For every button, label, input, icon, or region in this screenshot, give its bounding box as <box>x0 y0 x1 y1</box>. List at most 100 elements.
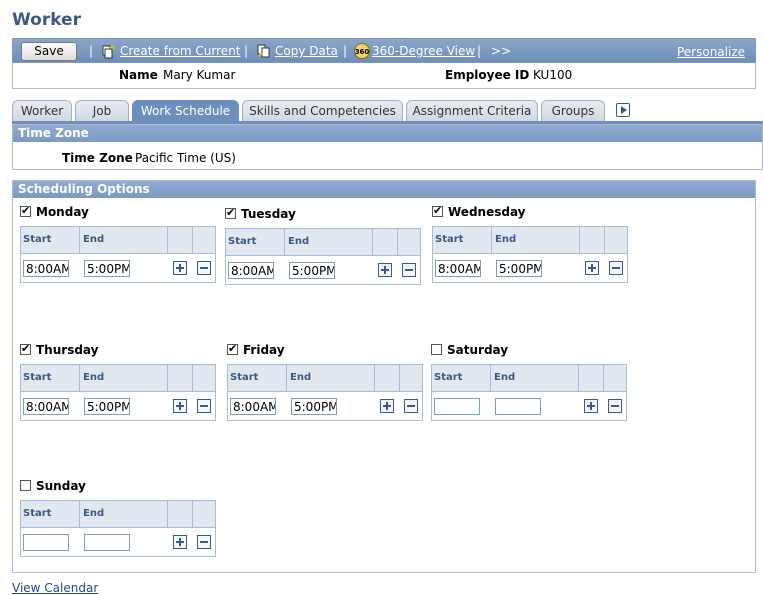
tuesday-schedule-grid: Start End <box>225 228 421 285</box>
delete-row-icon[interactable] <box>402 263 416 277</box>
delete-row-icon[interactable] <box>404 399 418 413</box>
column-divider <box>167 227 168 254</box>
column-divider <box>603 365 604 392</box>
grid-header: Start End <box>21 501 215 528</box>
column-divider <box>490 365 491 392</box>
friday-label: Friday <box>243 343 285 357</box>
end-header: End <box>83 508 105 519</box>
create-from-current-icon <box>102 45 115 59</box>
thursday-schedule-grid: Start End <box>20 364 216 421</box>
wednesday-end-input[interactable] <box>496 260 542 277</box>
saturday-schedule-grid: Start End <box>431 364 627 421</box>
view-calendar-link[interactable]: View Calendar <box>12 581 98 595</box>
column-divider <box>192 365 193 392</box>
start-header: Start <box>23 508 52 519</box>
add-row-icon[interactable] <box>173 399 187 413</box>
delete-row-icon[interactable] <box>609 261 623 275</box>
time-zone-value: Pacific Time (US) <box>135 151 236 165</box>
tab-skills-and-competencies[interactable]: Skills and Competencies <box>242 100 403 122</box>
tuesday-label: Tuesday <box>241 207 296 221</box>
column-divider <box>372 229 373 256</box>
column-divider <box>284 229 285 256</box>
column-divider <box>167 365 168 392</box>
column-divider <box>79 501 80 528</box>
end-header: End <box>494 372 516 383</box>
monday-schedule-grid: Start End <box>20 226 216 283</box>
personalize-link[interactable]: Personalize <box>677 45 745 59</box>
start-header: Start <box>228 236 257 247</box>
toolbar-separator: | <box>89 44 94 58</box>
column-divider <box>579 227 580 254</box>
monday-label: Monday <box>36 205 89 219</box>
tuesday-end-input[interactable] <box>289 262 335 279</box>
sunday-schedule-grid: Start End <box>20 500 216 557</box>
tab-job[interactable]: Job <box>75 100 129 122</box>
start-header: Start <box>23 372 52 383</box>
scheduling-options-section-title: Scheduling Options <box>13 181 755 198</box>
copy-data-link[interactable]: Copy Data <box>275 44 338 58</box>
360-view-icon: 360 <box>354 43 370 59</box>
tab-worker[interactable]: Worker <box>12 100 72 122</box>
wednesday-checkbox[interactable] <box>432 204 443 217</box>
save-button[interactable]: Save <box>21 42 77 61</box>
grid-header: Start End <box>432 365 626 392</box>
add-row-icon[interactable] <box>584 399 598 413</box>
tab-bar: Worker Job Work Schedule Skills and Comp… <box>12 100 756 122</box>
toolbar-more-button[interactable]: >> <box>491 44 511 58</box>
column-divider <box>192 227 193 254</box>
tab-groups[interactable]: Groups <box>541 100 605 122</box>
tab-work-schedule[interactable]: Work Schedule <box>132 100 239 122</box>
svg-text:360: 360 <box>355 48 370 56</box>
sunday-start-input[interactable] <box>23 534 69 551</box>
friday-end-input[interactable] <box>291 398 337 415</box>
delete-row-icon[interactable] <box>197 535 211 549</box>
column-divider <box>286 365 287 392</box>
saturday-checkbox[interactable] <box>431 344 442 355</box>
saturday-end-input[interactable] <box>495 398 541 415</box>
sunday-label: Sunday <box>36 479 86 493</box>
add-row-icon[interactable] <box>378 263 392 277</box>
monday-start-input[interactable] <box>23 260 69 277</box>
thursday-end-input[interactable] <box>84 398 130 415</box>
wednesday-label: Wednesday <box>448 205 526 219</box>
thursday-start-input[interactable] <box>23 398 69 415</box>
employee-id-label: Employee ID <box>445 68 530 82</box>
wednesday-start-input[interactable] <box>435 260 481 277</box>
delete-row-icon[interactable] <box>608 399 622 413</box>
name-value: Mary Kumar <box>163 68 236 82</box>
add-row-icon[interactable] <box>173 261 187 275</box>
sunday-checkbox[interactable] <box>20 480 31 491</box>
time-zone-section-title: Time Zone <box>13 125 762 142</box>
grid-header: Start End <box>228 365 422 392</box>
sunday-end-input[interactable] <box>84 534 130 551</box>
grid-header: Start End <box>21 365 215 392</box>
tuesday-start-input[interactable] <box>228 262 274 279</box>
monday-checkbox[interactable] <box>20 204 31 217</box>
scheduling-options-section: Scheduling Options Monday Start End Tuesday… <box>12 180 756 573</box>
column-divider <box>192 501 193 528</box>
add-row-icon[interactable] <box>585 261 599 275</box>
page-title: Worker <box>12 10 81 30</box>
copy-data-icon <box>257 44 270 58</box>
tuesday-checkbox[interactable] <box>225 206 236 219</box>
delete-row-icon[interactable] <box>197 261 211 275</box>
column-divider <box>604 227 605 254</box>
create-from-current-link[interactable]: Create from Current <box>120 44 241 58</box>
monday-end-input[interactable] <box>84 260 130 277</box>
column-divider <box>397 229 398 256</box>
add-row-icon[interactable] <box>173 535 187 549</box>
add-row-icon[interactable] <box>380 399 394 413</box>
thursday-checkbox[interactable] <box>20 342 31 355</box>
toolbar-separator: | <box>343 44 348 58</box>
tab-assignment-criteria[interactable]: Assignment Criteria <box>406 100 538 122</box>
saturday-start-input[interactable] <box>434 398 480 415</box>
friday-start-input[interactable] <box>230 398 276 415</box>
delete-row-icon[interactable] <box>197 399 211 413</box>
name-label: Name <box>119 68 158 82</box>
employee-id-value: KU100 <box>533 68 573 82</box>
column-divider <box>79 227 80 254</box>
friday-schedule-grid: Start End <box>227 364 423 421</box>
360-degree-view-link[interactable]: 360-Degree View <box>372 44 475 58</box>
friday-checkbox[interactable] <box>227 342 238 355</box>
tab-scroll-right-icon[interactable] <box>616 103 630 117</box>
